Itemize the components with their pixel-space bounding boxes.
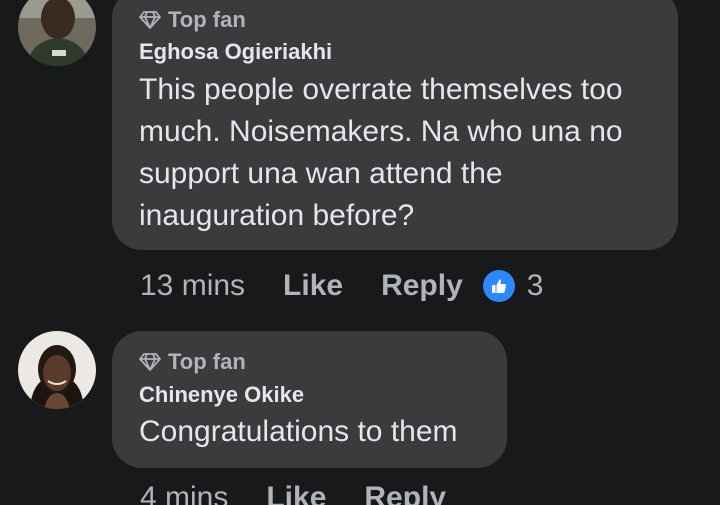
comment-timestamp[interactable]: 4 mins xyxy=(140,480,228,505)
top-fan-badge: Top fan xyxy=(139,7,246,33)
comments-thread: Top fan Eghosa Ogieriakhi This people ov… xyxy=(0,0,720,505)
thumbs-up-icon[interactable] xyxy=(482,270,515,302)
top-fan-badge: Top fan xyxy=(139,349,246,375)
comment-actions: 4 mins Like Reply xyxy=(140,480,484,505)
badge-label: Top fan xyxy=(168,349,246,374)
avatar[interactable] xyxy=(18,331,96,409)
reply-button[interactable]: Reply xyxy=(381,268,463,304)
like-button[interactable]: Like xyxy=(266,480,326,505)
reaction-count[interactable]: 3 xyxy=(527,268,544,304)
like-button[interactable]: Like xyxy=(283,268,343,304)
badge-label: Top fan xyxy=(168,7,246,32)
comment-timestamp[interactable]: 13 mins xyxy=(140,268,245,304)
comment-bubble: Top fan Chinenye Okike Congratulations t… xyxy=(112,331,507,468)
comment-author[interactable]: Chinenye Okike xyxy=(139,382,304,408)
comment-text: This people overrate themselves too much… xyxy=(139,73,623,232)
diamond-icon xyxy=(139,11,161,29)
reply-button[interactable]: Reply xyxy=(364,480,446,505)
comment-text: Congratulations to them xyxy=(139,415,458,448)
avatar[interactable] xyxy=(18,0,96,66)
diamond-icon xyxy=(139,353,161,371)
comment-bubble: Top fan Eghosa Ogieriakhi This people ov… xyxy=(112,0,678,250)
comment-actions: 13 mins Like Reply 3 xyxy=(140,268,543,304)
comment-author[interactable]: Eghosa Ogieriakhi xyxy=(139,39,332,65)
